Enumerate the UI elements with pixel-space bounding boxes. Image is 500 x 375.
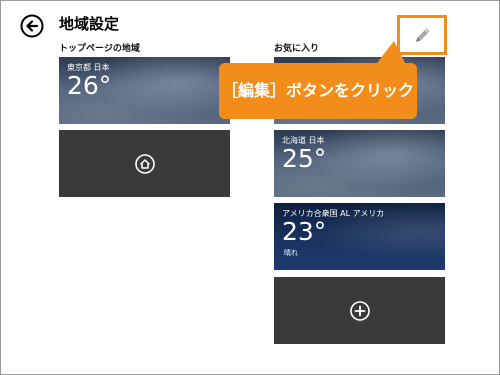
instruction-callout: ［編集］ボタンをクリック (219, 63, 417, 119)
favorite-weather-condition: 晴れ (284, 249, 298, 257)
app-window: 地域設定 トップページの地域 東京都 日本 26° お気に入り 北海道 日本 2… (0, 0, 500, 375)
home-section-label: トップページの地域 (59, 44, 140, 54)
add-favorite-tile[interactable] (274, 277, 445, 344)
page-title: 地域設定 (59, 15, 120, 33)
favorite-weather-tile[interactable]: アメリカ合衆国 AL アメリカ 23° 晴れ (274, 203, 445, 270)
home-weather-temperature: 26° (67, 71, 112, 100)
back-button[interactable] (20, 14, 44, 38)
favorite-weather-temperature: 23° (282, 217, 327, 246)
favorite-weather-temperature: 25° (282, 144, 327, 173)
home-weather-tile[interactable]: 東京都 日本 26° (59, 57, 230, 124)
instruction-callout-text: ［編集］ボタンをクリック (221, 81, 414, 100)
home-location-icon (134, 153, 155, 174)
favorite-weather-tile[interactable]: 北海道 日本 25° (274, 130, 445, 197)
add-icon (349, 300, 370, 321)
set-home-tile[interactable] (59, 130, 230, 197)
back-arrow-icon (20, 14, 44, 38)
favorites-section-label: お気に入り (274, 44, 320, 54)
